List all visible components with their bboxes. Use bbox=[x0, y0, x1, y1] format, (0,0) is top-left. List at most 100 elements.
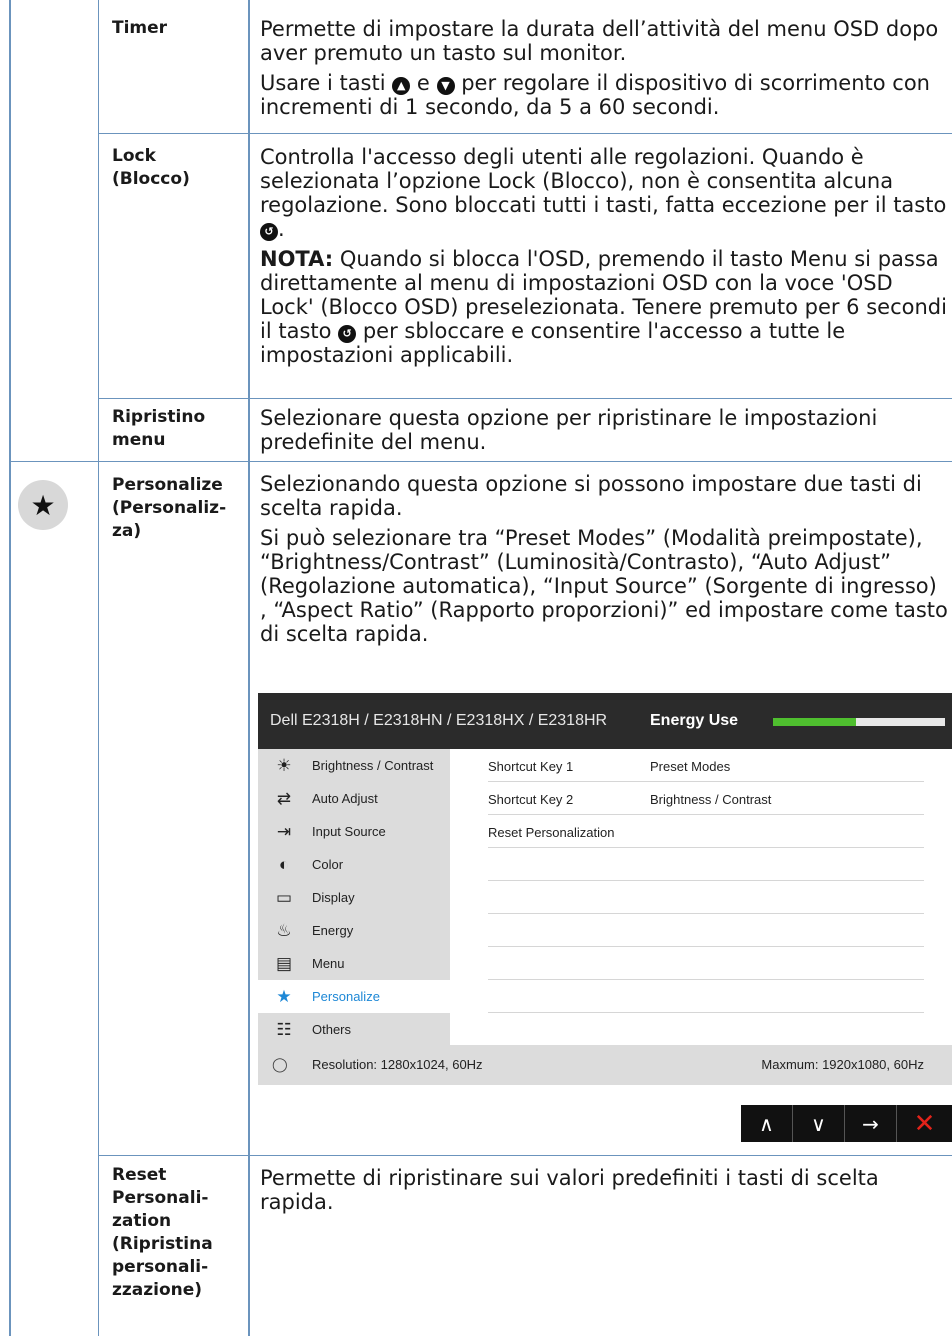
osd-panel-row bbox=[488, 914, 924, 947]
lock-name-line1: Lock bbox=[112, 146, 156, 166]
osd-model-name: Dell E2318H / E2318HN / E2318HX / E2318H… bbox=[270, 712, 608, 729]
brightness-icon: ☀ bbox=[276, 755, 292, 775]
osd-menu-item-label: Menu bbox=[312, 956, 345, 971]
reset-pers-desc-p1: Permette di ripristinare sui valori pred… bbox=[260, 1166, 879, 1214]
reset-pers-name-line4: (Ripristina bbox=[112, 1234, 213, 1254]
row-divider-personalize bbox=[98, 1155, 952, 1156]
osd-panel-row[interactable]: Shortcut Key 1 Preset Modes bbox=[488, 749, 924, 782]
osd-panel-value: Brightness / Contrast bbox=[650, 792, 772, 807]
osd-panel-row bbox=[488, 947, 924, 980]
osd-menu-item-label: Display bbox=[312, 890, 355, 905]
back-button-icon: ↺ bbox=[338, 325, 357, 343]
energy-icon: ♨ bbox=[276, 920, 292, 940]
reset-menu-desc-p1: Selezionare questa opzione per ripristin… bbox=[260, 406, 878, 454]
osd-menu-item-label: Color bbox=[312, 857, 344, 872]
personalize-name-line3: za) bbox=[112, 521, 142, 541]
osd-menu-item[interactable]: ♨ Energy bbox=[258, 914, 450, 947]
osd-submenu-panel: Shortcut Key 1 Preset Modes Shortcut Key 2… bbox=[450, 749, 952, 1045]
timer-desc-p2: Usare i tasti ▲ e ▼ per regolare il disp… bbox=[260, 71, 948, 119]
reset-pers-name-line5: personali- bbox=[112, 1257, 209, 1277]
row-divider-lock bbox=[98, 398, 952, 399]
menu-icon: ▤ bbox=[275, 953, 293, 973]
others-icon: ☷ bbox=[276, 1019, 292, 1039]
timer-desc-p1: Permette di impostare la durata dell’att… bbox=[260, 17, 939, 65]
osd-menu-item-label: Brightness / Contrast bbox=[312, 758, 434, 773]
reset-pers-name-line1: Reset bbox=[112, 1165, 167, 1185]
osd-menu-item-label: Others bbox=[312, 1022, 352, 1037]
osd-menu-item[interactable]: ☀ Brightness / Contrast bbox=[258, 749, 450, 782]
osd-header: Dell E2318H / E2318HN / E2318HX / E2318H… bbox=[258, 693, 952, 749]
lock-desc-p1: Controlla l'accesso degli utenti alle re… bbox=[260, 145, 948, 241]
note-label: NOTA: bbox=[260, 247, 334, 271]
osd-menu-item-label: Auto Adjust bbox=[312, 791, 378, 806]
reset-pers-name-line3: zation bbox=[112, 1211, 172, 1231]
personalize-desc-p2: Si può selezionare tra “Preset Modes” (M… bbox=[260, 526, 948, 646]
color-icon: ◐ bbox=[278, 854, 290, 874]
osd-menu-item-label: Input Source bbox=[312, 824, 386, 839]
osd-resolution: Resolution: 1280x1024, 60Hz bbox=[312, 1057, 483, 1072]
lock-name-line2: (Blocco) bbox=[112, 169, 190, 189]
osd-panel-row[interactable]: Reset Personalization bbox=[488, 815, 924, 848]
osd-menu-item[interactable]: ⇄ Auto Adjust bbox=[258, 782, 450, 815]
energy-use-bar bbox=[773, 718, 945, 726]
osd-menu-item[interactable]: ◐ Color bbox=[258, 848, 450, 881]
table-col-divider-1 bbox=[98, 0, 99, 1336]
row-divider-timer bbox=[98, 133, 952, 134]
osd-panel-label: Shortcut Key 1 bbox=[488, 759, 574, 774]
row-name-timer: Timer bbox=[112, 18, 168, 38]
osd-menu-item[interactable]: ⇥ Input Source bbox=[258, 815, 450, 848]
reset-menu-name-line1: Ripristino bbox=[112, 407, 206, 427]
row-name-lock: Lock (Blocco) bbox=[112, 145, 190, 191]
osd-panel-label: Reset Personalization bbox=[488, 825, 615, 840]
energy-use-fill bbox=[773, 718, 856, 726]
osd-menu-item[interactable]: ▤ Menu bbox=[258, 947, 450, 980]
reset-pers-name-line2: Personali- bbox=[112, 1188, 209, 1208]
lock-note: NOTA: Quando si blocca l'OSD, premendo i… bbox=[260, 247, 948, 367]
osd-panel-row bbox=[488, 848, 924, 881]
osd-maximum-resolution: Maxmum: 1920x1080, 60Hz bbox=[761, 1057, 924, 1072]
osd-menu-item-label: Energy bbox=[312, 923, 354, 938]
osd-energy-label: Energy Use bbox=[650, 712, 739, 729]
lock-p1-b: . bbox=[278, 217, 285, 241]
lock-p1-a: Controlla l'accesso degli utenti alle re… bbox=[260, 145, 947, 217]
osd-menu-screenshot: Dell E2318H / E2318HN / E2318HX / E2318H… bbox=[258, 693, 952, 1085]
reset-menu-name-line2: menu bbox=[112, 430, 166, 450]
osd-main-menu: ☀ Brightness / Contrast ⇄ Auto Adjust ⇥ Input… bbox=[258, 749, 450, 1045]
star-icon: ★ bbox=[18, 480, 68, 530]
table-col-divider-2 bbox=[248, 0, 250, 1336]
osd-menu-item[interactable]: ☷ Others bbox=[258, 1013, 450, 1046]
nav-right-button[interactable]: → bbox=[845, 1105, 897, 1142]
personalize-desc-p1: Selezionando questa opzione si possono i… bbox=[260, 472, 922, 520]
osd-panel-label: Shortcut Key 2 bbox=[488, 792, 574, 807]
star-icon: ★ bbox=[276, 986, 292, 1006]
nav-down-button[interactable]: ∨ bbox=[793, 1105, 845, 1142]
table-left-border bbox=[9, 0, 11, 1336]
row-name-personalize: Personalize (Personaliz- za) bbox=[112, 474, 226, 543]
row-desc-reset-personalization: Permette di ripristinare sui valori pred… bbox=[260, 1166, 940, 1220]
row-divider-reset-menu bbox=[9, 461, 952, 462]
osd-menu-item[interactable]: ★ Personalize bbox=[258, 980, 450, 1013]
osd-panel-row[interactable]: Shortcut Key 2 Brightness / Contrast bbox=[488, 782, 924, 815]
display-icon: ▭ bbox=[275, 887, 293, 907]
osd-menu-item-label: Personalize bbox=[312, 989, 380, 1004]
reset-pers-name-line6: zzazione) bbox=[112, 1280, 203, 1300]
vga-connector-icon: ◯ bbox=[272, 1056, 288, 1072]
nav-close-button[interactable]: ✕ bbox=[897, 1105, 952, 1142]
row-name-reset-personalization: Reset Personali- zation (Ripristina pers… bbox=[112, 1164, 213, 1302]
back-button-icon: ↺ bbox=[260, 223, 278, 241]
personalize-name-line1: Personalize bbox=[112, 475, 223, 495]
timer-p2-b: e bbox=[410, 71, 437, 95]
osd-panel-value: Preset Modes bbox=[650, 759, 731, 774]
input-source-icon: ⇥ bbox=[276, 821, 292, 841]
osd-panel-row bbox=[488, 881, 924, 914]
osd-footer: ◯ Resolution: 1280x1024, 60Hz Maxmum: 19… bbox=[258, 1045, 952, 1085]
osd-menu-item[interactable]: ▭ Display bbox=[258, 881, 450, 914]
osd-navigation-buttons: ∧ ∨ → ✕ bbox=[741, 1105, 952, 1142]
row-desc-reset-menu: Selezionare questa opzione per ripristin… bbox=[260, 406, 948, 460]
timer-p2-a: Usare i tasti bbox=[260, 71, 393, 95]
up-button-icon: ▲ bbox=[392, 77, 411, 95]
personalize-name-line2: (Personaliz- bbox=[112, 498, 227, 518]
row-desc-lock: Controlla l'accesso degli utenti alle re… bbox=[260, 145, 948, 373]
nav-up-button[interactable]: ∧ bbox=[741, 1105, 793, 1142]
auto-adjust-icon: ⇄ bbox=[276, 788, 292, 808]
